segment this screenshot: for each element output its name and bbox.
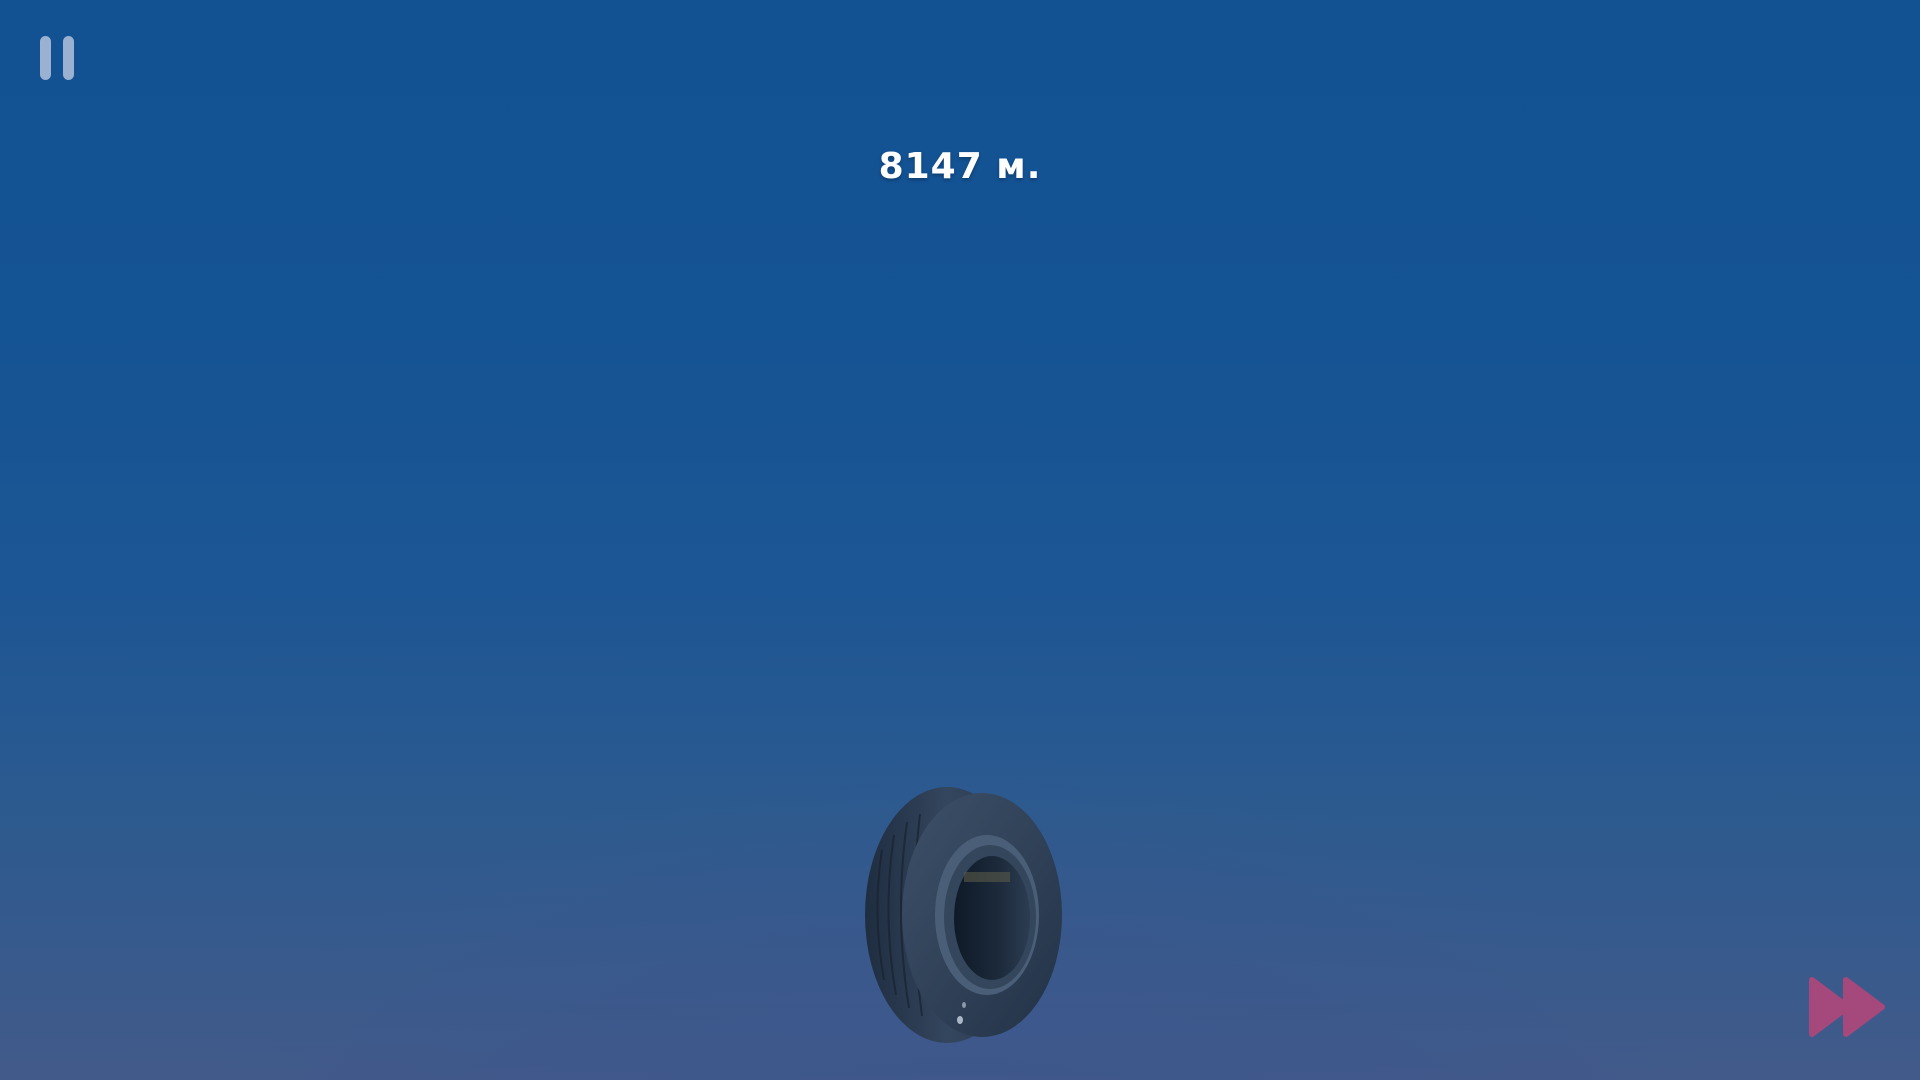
tire-object (865, 787, 1062, 1043)
distance-counter: 8147 м. (878, 146, 1042, 187)
fast-forward-icon (1809, 977, 1885, 1037)
game-scene: 8147 м. (0, 0, 1920, 1080)
pause-bar-right (63, 36, 74, 80)
pause-button[interactable] (38, 34, 78, 82)
fast-forward-button[interactable] (1808, 976, 1888, 1038)
pause-bar-left (40, 36, 51, 80)
